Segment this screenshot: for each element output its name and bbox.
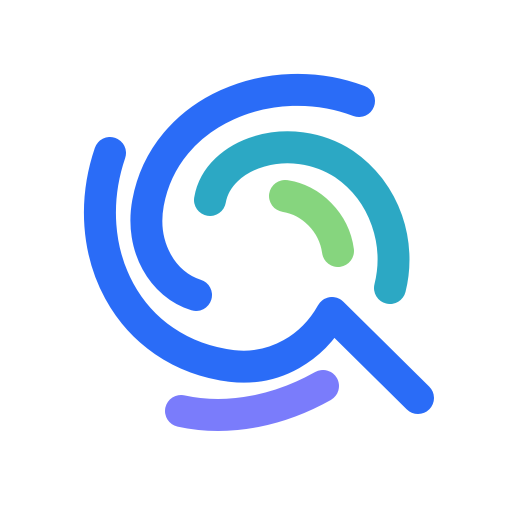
- logo-canvas: [0, 0, 512, 512]
- outer-blue-arc: [130, 73, 375, 311]
- green-arc: [269, 180, 354, 267]
- search-swirl-logo-icon: [83, 73, 434, 431]
- purple-arc: [165, 370, 339, 431]
